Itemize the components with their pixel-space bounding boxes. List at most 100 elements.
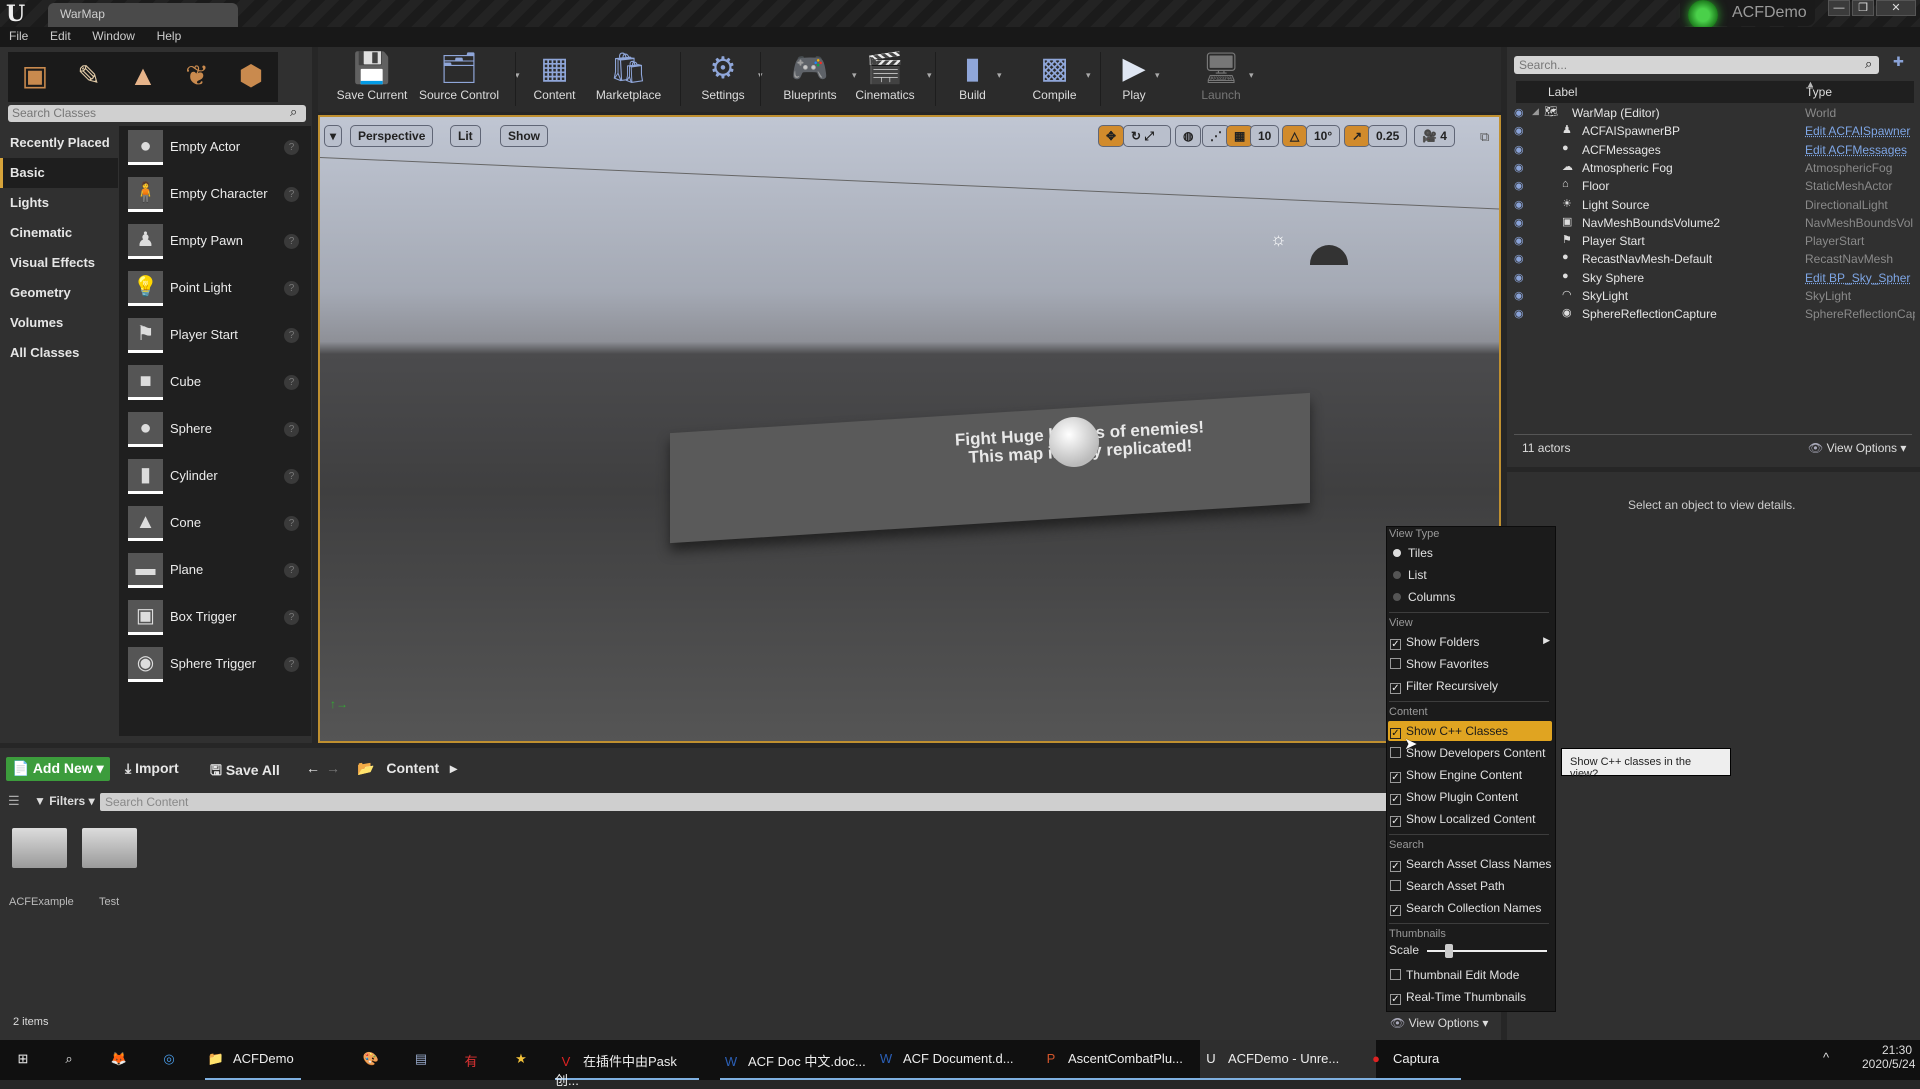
menu-item-columns[interactable]: Columns xyxy=(1388,587,1552,607)
outliner-row[interactable]: ◉ ▣ NavMeshBoundsVolume2 NavMeshBoundsVo… xyxy=(1510,214,1920,232)
class-item[interactable]: ⚑ Player Start ? xyxy=(120,316,304,363)
sources-toggle-icon[interactable]: ☰ xyxy=(8,793,20,809)
taskbar-item[interactable]: P AscentCombatPlu... xyxy=(1040,1040,1224,1080)
help-icon[interactable]: ? xyxy=(284,610,299,625)
dropdown-arrow-icon[interactable]: ▾ xyxy=(1155,70,1160,81)
checkbox-checked-icon[interactable]: ✓ xyxy=(1390,639,1401,650)
category-lights[interactable]: Lights xyxy=(0,188,118,218)
menu-window[interactable]: Window xyxy=(83,27,144,45)
taskbar-item[interactable]: W ACF Doc 中文.doc... xyxy=(720,1040,896,1080)
path-chevron-icon[interactable]: ▸ xyxy=(450,760,457,777)
add-new-button[interactable]: 📄 Add New ▾ xyxy=(6,757,110,781)
dropdown-arrow-icon[interactable]: ▾ xyxy=(997,70,1002,81)
actor-type[interactable]: Edit BP_Sky_Spher xyxy=(1805,271,1915,285)
visibility-eye-icon[interactable]: ◉ xyxy=(1514,124,1524,137)
visibility-eye-icon[interactable]: ◉ xyxy=(1514,106,1524,119)
checkbox-checked-icon[interactable]: ✓ xyxy=(1390,905,1401,916)
unreal-logo-icon[interactable]: U xyxy=(6,2,32,26)
toolbar-build-button[interactable]: ▮ Build xyxy=(950,50,995,102)
class-item[interactable]: ◉ Sphere Trigger ? xyxy=(120,645,304,692)
dropdown-arrow-icon[interactable]: ▾ xyxy=(1249,70,1254,81)
taskbar-item[interactable]: ★ xyxy=(510,1040,546,1080)
filters-button[interactable]: ▼ Filters ▾ xyxy=(34,794,95,808)
taskbar-item[interactable]: ● Captura xyxy=(1365,1040,1461,1080)
category-geometry[interactable]: Geometry xyxy=(0,278,118,308)
scale-snap-value[interactable]: 0.25 xyxy=(1368,125,1408,147)
checkbox-checked-icon[interactable]: ✓ xyxy=(1390,728,1401,739)
toolbar-settings-button[interactable]: ⚙ Settings xyxy=(690,50,756,102)
menu-help[interactable]: Help xyxy=(148,27,191,45)
taskbar-item[interactable]: 🎨 xyxy=(360,1040,396,1080)
menu-item-search-asset-path[interactable]: Search Asset Path xyxy=(1388,876,1552,896)
save-all-button[interactable]: 🖫 Save All xyxy=(210,760,280,784)
menu-item-show-engine-content[interactable]: ✓ Show Engine Content xyxy=(1388,765,1552,785)
folder-label[interactable]: ACFExample xyxy=(9,896,74,908)
folder-label[interactable]: Test xyxy=(99,896,119,908)
help-icon[interactable]: ? xyxy=(284,563,299,578)
help-icon[interactable]: ? xyxy=(284,375,299,390)
help-icon[interactable]: ? xyxy=(284,469,299,484)
menu-item-show-localized-content[interactable]: ✓ Show Localized Content xyxy=(1388,809,1552,829)
clock[interactable]: 21:30 2020/5/24 xyxy=(1862,1043,1915,1071)
class-item[interactable]: 💡 Point Light ? xyxy=(120,269,304,316)
foliage-mode-icon[interactable]: ❦ xyxy=(170,52,224,102)
menu-item-show-favorites[interactable]: Show Favorites xyxy=(1388,654,1552,674)
checkbox-unchecked-icon[interactable] xyxy=(1390,747,1401,758)
restore-button[interactable]: ❐ xyxy=(1852,0,1874,16)
help-icon[interactable]: ? xyxy=(284,328,299,343)
toolbar-source-control-button[interactable]: 🗂 Source Control xyxy=(405,50,513,102)
class-item[interactable]: ▲ Cone ? xyxy=(120,504,304,551)
taskbar-item[interactable]: U ACFDemo - Unre... xyxy=(1200,1040,1376,1080)
class-item[interactable]: ♟ Empty Pawn ? xyxy=(120,222,304,269)
dropdown-arrow-icon[interactable]: ▾ xyxy=(1086,70,1091,81)
skylight-icon[interactable] xyxy=(1310,245,1348,265)
menu-item-show-plugin-content[interactable]: ✓ Show Plugin Content xyxy=(1388,787,1552,807)
toolbar-content-button[interactable]: ▦ Content xyxy=(525,50,584,102)
menu-item-search-collection-names[interactable]: ✓ Search Collection Names xyxy=(1388,898,1552,918)
project-icon[interactable] xyxy=(1688,0,1718,30)
content-view-options-button[interactable]: 👁 View Options ▾ xyxy=(1390,1016,1488,1030)
rotation-snap-value[interactable]: 10° xyxy=(1306,125,1341,147)
sphere-actor[interactable] xyxy=(1049,417,1099,467)
folder-icon[interactable] xyxy=(82,828,137,868)
visibility-eye-icon[interactable]: ◉ xyxy=(1514,143,1524,156)
class-item[interactable]: ▬ Plane ? xyxy=(120,551,304,598)
actor-type[interactable]: Edit ACFMessages xyxy=(1805,143,1915,157)
help-icon[interactable]: ? xyxy=(284,234,299,249)
taskbar-item[interactable]: ◎ xyxy=(158,1040,194,1080)
taskbar-item[interactable]: V 在插件中由Pask创... xyxy=(555,1040,699,1088)
search-icon[interactable]: ⌕ xyxy=(290,104,297,120)
checkbox-checked-icon[interactable]: ✓ xyxy=(1390,816,1401,827)
dropdown-arrow-icon[interactable]: ▾ xyxy=(927,70,932,81)
menu-item-thumbnail-edit-mode[interactable]: Thumbnail Edit Mode xyxy=(1388,965,1552,985)
type-column-header[interactable]: Type xyxy=(1806,85,1832,99)
search-classes-input[interactable]: Search Classes xyxy=(8,105,306,122)
tray-chevron-icon[interactable]: ^ xyxy=(1823,1050,1829,1065)
category-basic[interactable]: Basic xyxy=(0,158,118,188)
search-icon[interactable]: ⌕ xyxy=(1865,56,1872,72)
place-mode-icon[interactable]: ▣ xyxy=(8,52,62,102)
toolbar-blueprints-button[interactable]: 🎮 Blueprints xyxy=(770,50,850,102)
maximize-viewport-icon[interactable]: ⧉ xyxy=(1480,129,1489,145)
help-icon[interactable]: ? xyxy=(284,140,299,155)
menu-file[interactable]: File xyxy=(0,27,37,45)
checkbox-unchecked-icon[interactable] xyxy=(1390,658,1401,669)
taskbar-item[interactable]: 📁 ACFDemo xyxy=(205,1040,301,1080)
visibility-eye-icon[interactable]: ◉ xyxy=(1514,198,1524,211)
category-visual-effects[interactable]: Visual Effects xyxy=(0,248,118,278)
menu-item-tiles[interactable]: Tiles xyxy=(1388,543,1552,563)
translate-icon[interactable]: ✥ xyxy=(1098,125,1124,147)
checkbox-unchecked-icon[interactable] xyxy=(1390,880,1401,891)
outliner-row[interactable]: ◉ ☁ Atmospheric Fog AtmosphericFog xyxy=(1510,159,1920,177)
level-viewport[interactable]: Fight Huge hordes of enemies! This map i… xyxy=(318,115,1501,743)
rotation-snap-icon[interactable]: △ xyxy=(1282,125,1308,147)
category-all-classes[interactable]: All Classes xyxy=(0,338,118,368)
checkbox-checked-icon[interactable]: ✓ xyxy=(1390,772,1401,783)
checkbox-checked-icon[interactable]: ✓ xyxy=(1390,683,1401,694)
radio-unselected-icon[interactable] xyxy=(1393,593,1401,601)
perspective-button[interactable]: Perspective xyxy=(350,125,434,147)
toolbar-play-button[interactable]: ▶ Play xyxy=(1115,50,1153,102)
landscape-mode-icon[interactable]: ▲ xyxy=(116,52,170,102)
outliner-row[interactable]: ◉ ● RecastNavMesh-Default RecastNavMesh xyxy=(1510,250,1920,268)
help-icon[interactable]: ? xyxy=(284,657,299,672)
